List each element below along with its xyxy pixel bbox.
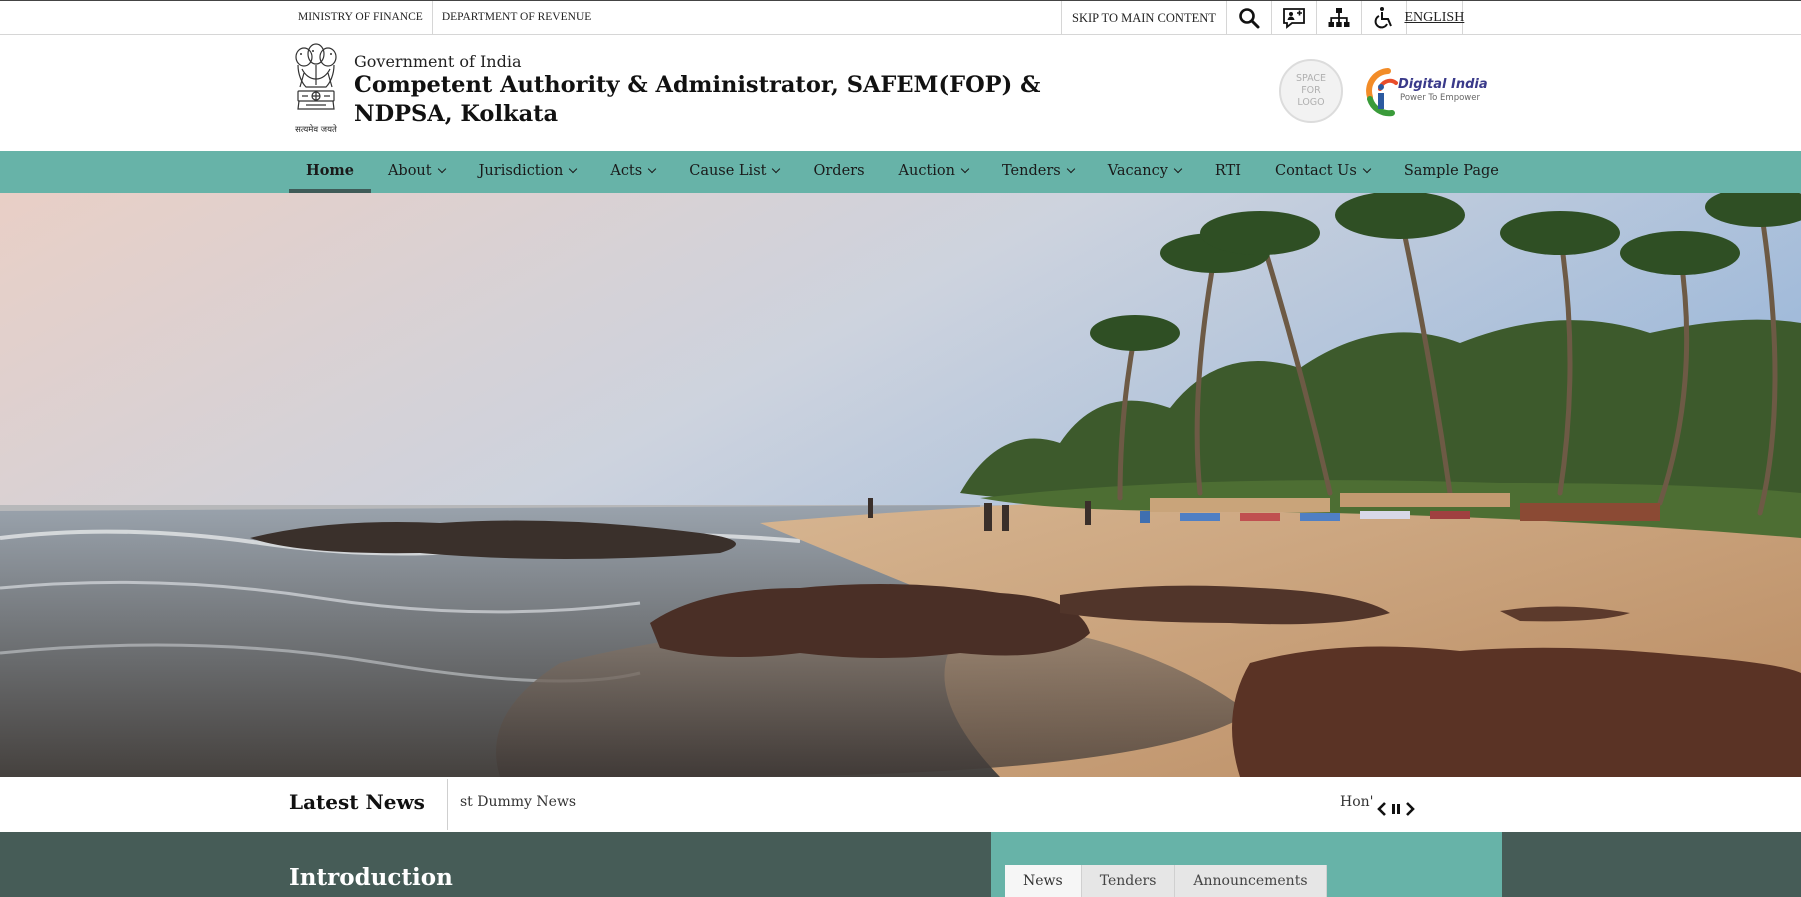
screen-reader-button[interactable] <box>1272 1 1317 35</box>
search-button[interactable] <box>1227 1 1272 35</box>
chevron-down-icon <box>960 164 970 174</box>
ticker-prev-button[interactable] <box>1376 801 1388 817</box>
utility-links: SKIP TO MAIN CONTENT ENGLISH <box>1061 1 1464 35</box>
nav-item-about[interactable]: About <box>371 151 462 193</box>
accessibility-button[interactable] <box>1362 1 1407 35</box>
nav-item-auction[interactable]: Auction <box>882 151 985 193</box>
tab-news[interactable]: News <box>1005 865 1082 897</box>
chevron-down-icon <box>437 164 446 174</box>
nav-label: Sample Page <box>1403 163 1499 179</box>
chevron-down-icon <box>1173 164 1183 174</box>
chevron-down-icon <box>647 164 657 174</box>
news-ticker-item[interactable]: Hon' <box>1340 794 1374 810</box>
ashoka-emblem-icon <box>295 43 337 110</box>
nav-item-rti[interactable]: RTI <box>1198 151 1258 193</box>
hero-banner <box>0 193 1801 777</box>
news-divider <box>447 779 448 830</box>
nav-label: Jurisdiction <box>478 163 564 179</box>
chevron-right-icon <box>1406 802 1415 816</box>
news-tabs-panel: News Tenders Announcements <box>991 832 1502 897</box>
logo-placeholder-text: SPACE FOR LOGO <box>1295 73 1327 108</box>
nav-label: Vacancy <box>1107 163 1168 179</box>
nav-label: About <box>387 163 432 179</box>
nav-label: RTI <box>1214 163 1241 179</box>
chevron-down-icon <box>569 164 578 174</box>
ministry-link[interactable]: MINISTRY OF FINANCE <box>289 1 432 35</box>
screen-reader-icon <box>1282 8 1305 29</box>
nav-item-sample-page[interactable]: Sample Page <box>1387 151 1516 193</box>
content-section: Introduction News Tenders Announcements <box>0 832 1801 897</box>
news-ticker: st Dummy News Hon' <box>460 794 1376 816</box>
ministry-links: MINISTRY OF FINANCE DEPARTMENT OF REVENU… <box>289 1 600 35</box>
logo-placeholder: SPACE FOR LOGO <box>1279 59 1343 123</box>
top-utility-bar: MINISTRY OF FINANCE DEPARTMENT OF REVENU… <box>0 0 1801 35</box>
chevron-down-icon <box>1066 164 1075 174</box>
tab-announcements[interactable]: Announcements <box>1175 865 1327 897</box>
nav-item-contact-us[interactable]: Contact Us <box>1258 151 1387 193</box>
chevron-down-icon <box>1362 164 1372 174</box>
search-icon <box>1239 8 1260 29</box>
news-ticker-item[interactable]: st Dummy News <box>460 794 576 810</box>
nav-label: Acts <box>610 163 643 179</box>
nav-label: Auction <box>898 163 955 179</box>
beach-banner-image <box>0 193 1801 777</box>
nav-item-acts[interactable]: Acts <box>593 151 672 193</box>
language-selector[interactable]: ENGLISH <box>1404 1 1464 35</box>
emblem-motto: सत्यमेव जयते <box>295 125 337 135</box>
nav-label: Cause List <box>689 163 767 179</box>
pause-icon <box>1392 804 1400 814</box>
nav-item-home[interactable]: Home <box>289 151 371 193</box>
main-navigation: Home About Jurisdiction Acts Cause List … <box>0 151 1801 193</box>
nav-item-jurisdiction[interactable]: Jurisdiction <box>462 151 594 193</box>
nav-label: Contact Us <box>1274 163 1357 179</box>
ticker-pause-button[interactable] <box>1390 801 1402 817</box>
site-header: सत्यमेव जयते Government of India Compete… <box>0 35 1801 151</box>
digital-india-logo[interactable]: Digital India Power To Empower <box>1366 65 1490 117</box>
chevron-down-icon <box>772 164 781 174</box>
digital-india-tagline: Power To Empower <box>1400 93 1480 103</box>
chevron-left-icon <box>1377 802 1386 816</box>
nav-item-orders[interactable]: Orders <box>796 151 881 193</box>
latest-news-bar: Latest News st Dummy News Hon' <box>0 777 1801 832</box>
tab-tenders[interactable]: Tenders <box>1082 865 1176 897</box>
skip-to-main-content-link[interactable]: SKIP TO MAIN CONTENT <box>1062 1 1227 35</box>
national-emblem[interactable]: सत्यमेव जयते <box>287 43 345 137</box>
nav-item-vacancy[interactable]: Vacancy <box>1091 151 1198 193</box>
department-link[interactable]: DEPARTMENT OF REVENUE <box>431 1 600 35</box>
sitemap-button[interactable] <box>1317 1 1362 35</box>
nav-label: Orders <box>813 163 865 179</box>
nav-item-cause-list[interactable]: Cause List <box>672 151 796 193</box>
latest-news-title: Latest News <box>289 790 425 814</box>
government-label: Government of India <box>354 52 522 71</box>
nav-item-tenders[interactable]: Tenders <box>985 151 1091 193</box>
site-title[interactable]: Competent Authority & Administrator, SAF… <box>354 71 1114 129</box>
digital-india-text: Digital India <box>1398 77 1488 92</box>
nav-menu: Home About Jurisdiction Acts Cause List … <box>289 151 1516 193</box>
ticker-next-button[interactable] <box>1404 801 1416 817</box>
sitemap-icon <box>1328 8 1350 27</box>
introduction-heading: Introduction <box>289 864 453 891</box>
ticker-controls <box>1376 799 1416 819</box>
nav-label: Home <box>306 162 354 179</box>
accessibility-icon <box>1374 7 1392 29</box>
nav-label: Tenders <box>1002 163 1061 179</box>
news-tabs: News Tenders Announcements <box>1005 865 1327 897</box>
